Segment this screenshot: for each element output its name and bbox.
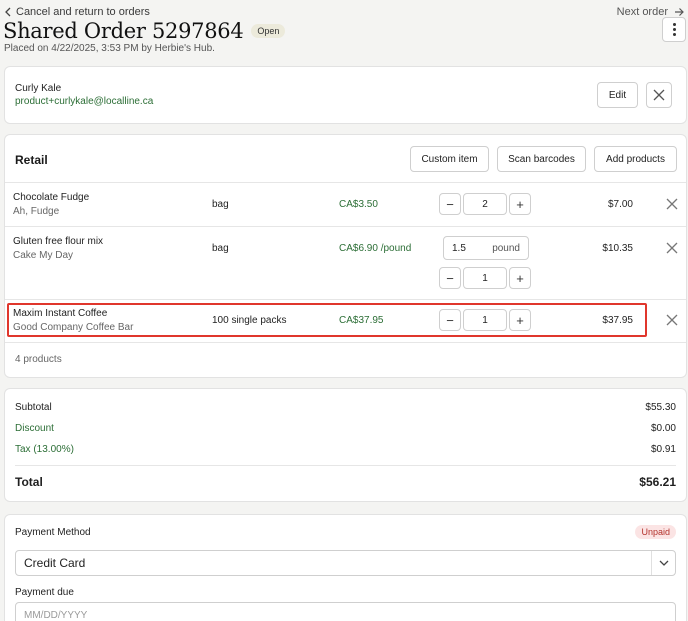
- tax-value: $0.91: [650, 444, 676, 455]
- highlight-box: [7, 303, 647, 337]
- title-row: Shared Order 5297864 Open: [3, 19, 286, 43]
- scan-barcodes-button[interactable]: Scan barcodes: [497, 146, 586, 172]
- product-vendor: Ah, Fudge: [13, 206, 60, 217]
- subtotal-value: $55.30: [645, 402, 676, 413]
- remove-item-icon[interactable]: [665, 313, 679, 327]
- increment-button[interactable]: +: [509, 267, 531, 289]
- product-price: CA$6.90 /pound: [339, 243, 412, 254]
- payment-due-input[interactable]: [15, 602, 676, 621]
- page-title: Shared Order 5297864: [3, 19, 244, 43]
- customer-name: Curly Kale: [15, 83, 62, 94]
- quantity-input[interactable]: 1: [463, 267, 507, 289]
- select-chevron: [651, 551, 675, 575]
- kebab-dot-icon: [672, 28, 676, 31]
- customer-card: Curly Kale product+curlykale@localline.c…: [4, 66, 687, 124]
- divider: [5, 226, 686, 227]
- payment-method-label: Payment Method: [15, 527, 91, 538]
- tax-label[interactable]: Tax (13.00%): [15, 444, 74, 455]
- product-count: 4 products: [15, 354, 62, 365]
- remove-item-icon[interactable]: [665, 197, 679, 211]
- placed-on-text: Placed on 4/22/2025, 3:53 PM by Herbie's…: [4, 43, 215, 54]
- decrement-button[interactable]: −: [439, 267, 461, 289]
- payment-method-value: Credit Card: [24, 556, 86, 570]
- weight-unit: pound: [492, 242, 520, 254]
- order-summary-card: Subtotal $55.30 Discount $0.00 Tax (13.0…: [4, 388, 687, 502]
- more-options-button[interactable]: [662, 17, 686, 42]
- add-products-button[interactable]: Add products: [594, 146, 677, 172]
- discount-label[interactable]: Discount: [15, 423, 54, 434]
- edit-customer-button[interactable]: Edit: [597, 82, 638, 108]
- chevron-left-icon: [5, 7, 11, 17]
- divider: [5, 182, 686, 183]
- product-package: bag: [212, 199, 229, 210]
- product-vendor: Cake My Day: [13, 250, 74, 261]
- product-package: bag: [212, 243, 229, 254]
- product-name: Chocolate Fudge: [13, 192, 90, 203]
- subtotal-label: Subtotal: [15, 402, 52, 413]
- retail-card: Retail Custom item Scan barcodes Add pro…: [4, 134, 687, 378]
- payment-card: Payment Method Unpaid Credit Card Paymen…: [4, 514, 687, 621]
- weight-value: 1.5: [452, 242, 466, 254]
- increment-button[interactable]: +: [509, 193, 531, 215]
- chevron-down-icon: [659, 560, 668, 566]
- kebab-dot-icon: [672, 23, 676, 26]
- payment-due-label: Payment due: [15, 587, 74, 598]
- quantity-stepper: − 2 +: [439, 193, 531, 215]
- weight-input[interactable]: 1.5 pound: [443, 236, 529, 260]
- back-link-label: Cancel and return to orders: [16, 6, 150, 18]
- retail-section-title: Retail: [15, 153, 48, 167]
- divider: [15, 465, 676, 466]
- remove-customer-button[interactable]: [646, 82, 672, 108]
- divider: [5, 299, 686, 300]
- back-to-orders-link[interactable]: Cancel and return to orders: [4, 6, 150, 18]
- top-nav: Cancel and return to orders Next order: [0, 4, 688, 20]
- custom-item-button[interactable]: Custom item: [410, 146, 489, 172]
- order-status-badge: Open: [251, 24, 286, 38]
- close-icon: [653, 89, 665, 101]
- quantity-input[interactable]: 2: [463, 193, 507, 215]
- discount-value: $0.00: [650, 423, 676, 434]
- payment-status-badge: Unpaid: [635, 525, 676, 539]
- total-value: $56.21: [639, 475, 676, 489]
- decrement-button[interactable]: −: [439, 193, 461, 215]
- product-name: Gluten free flour mix: [13, 236, 104, 247]
- divider: [5, 342, 686, 343]
- line-total: $7.00: [607, 199, 633, 210]
- remove-item-icon[interactable]: [665, 241, 679, 255]
- quantity-stepper: − 1 +: [439, 267, 531, 289]
- total-label: Total: [15, 475, 43, 489]
- arrow-right-icon: [675, 8, 684, 16]
- product-price: CA$3.50: [339, 199, 378, 210]
- customer-email: product+curlykale@localline.ca: [15, 96, 154, 107]
- kebab-dot-icon: [672, 33, 676, 36]
- next-link-label: Next order: [616, 6, 668, 18]
- payment-method-select[interactable]: Credit Card: [15, 550, 676, 576]
- line-total: $10.35: [602, 243, 633, 254]
